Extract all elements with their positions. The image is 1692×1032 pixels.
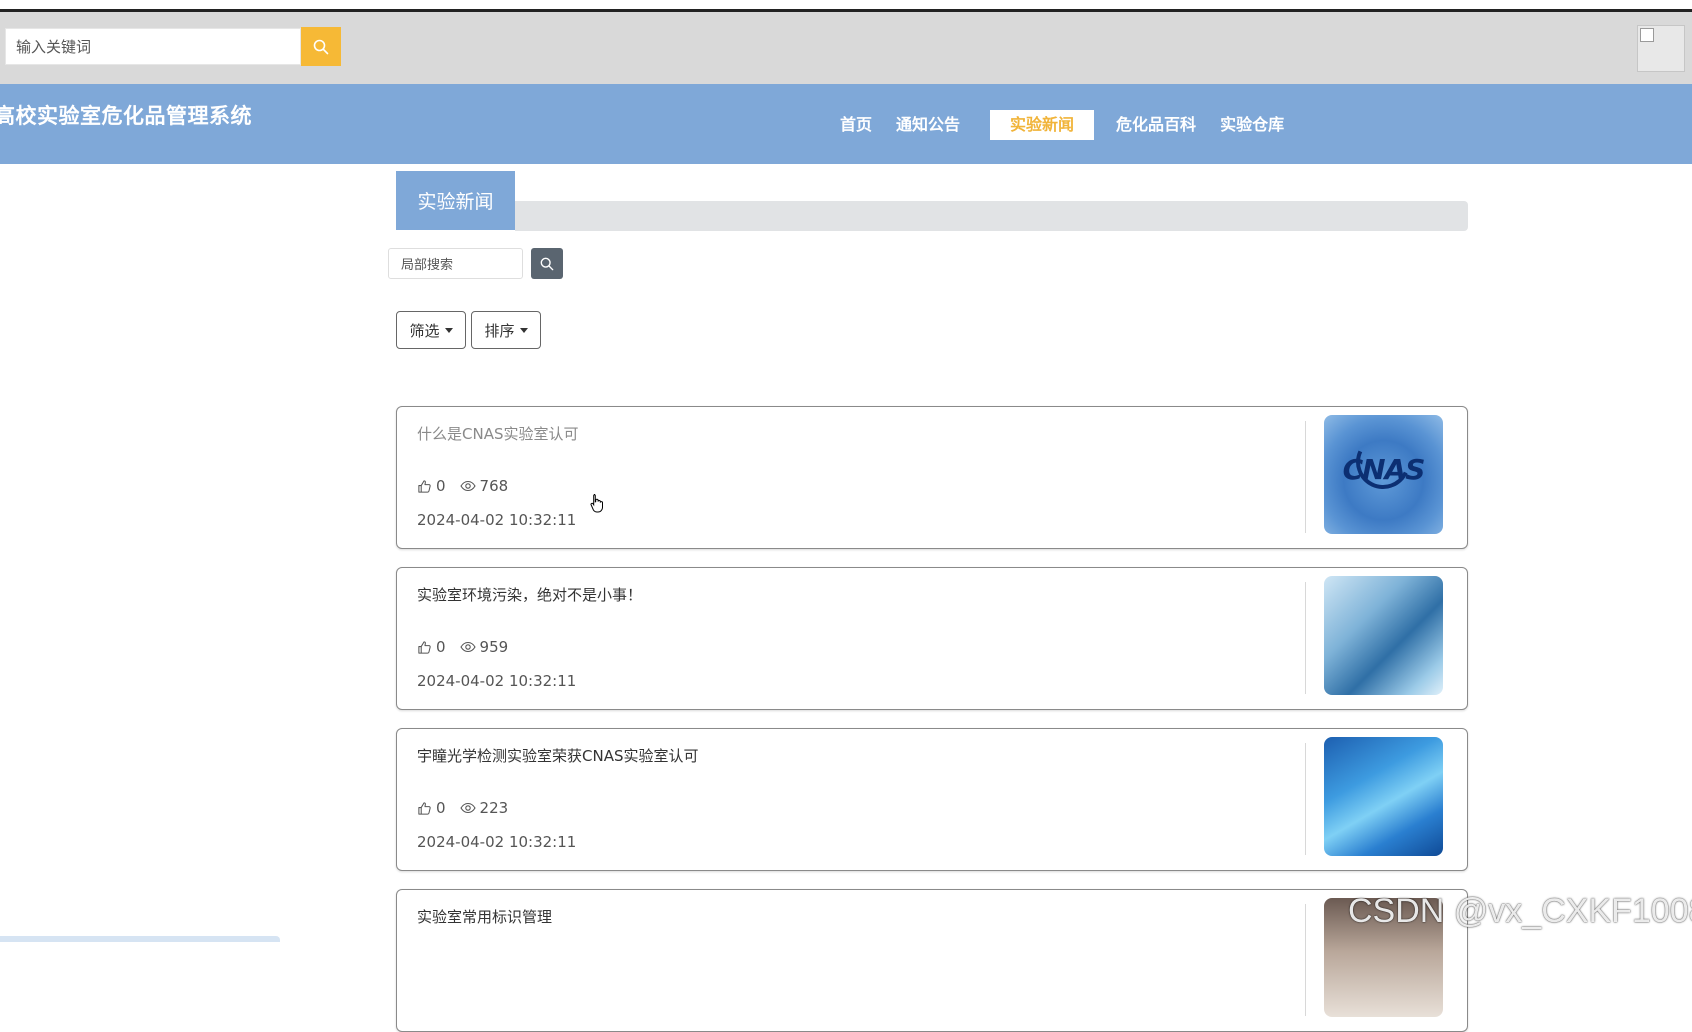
news-title[interactable]: 什么是CNAS实验室认可	[417, 423, 578, 444]
broken-image-icon	[1640, 28, 1654, 42]
thumbs-up-icon[interactable]	[417, 801, 432, 816]
keyword-search-button[interactable]	[301, 27, 341, 66]
nav-item-lab-warehouse[interactable]: 实验仓库	[1212, 110, 1292, 140]
like-count: 0	[436, 638, 446, 656]
sort-dropdown-label: 排序	[484, 321, 515, 340]
news-card[interactable]: 实验室常用标识管理	[396, 889, 1468, 1032]
cnas-logo: CNAS	[1342, 453, 1426, 486]
window-top-edge	[0, 0, 1692, 12]
news-thumbnail[interactable]	[1324, 576, 1443, 695]
news-stats: 0 768	[417, 477, 522, 495]
caret-down-icon	[444, 327, 453, 333]
section-title-bar	[515, 201, 1468, 231]
search-icon	[313, 39, 329, 54]
keyword-search-input[interactable]: 输入关键词	[5, 28, 301, 65]
card-divider	[1305, 421, 1306, 533]
news-card[interactable]: 什么是CNAS实验室认可 0 768 2024-04-02 10:32:11 C…	[396, 406, 1468, 549]
caret-down-icon	[519, 327, 528, 333]
news-title[interactable]: 实验室常用标识管理	[417, 906, 552, 927]
bottom-edge-strip	[0, 936, 280, 942]
news-card[interactable]: 宇瞳光学检测实验室荣获CNAS实验室认可 0 223 2024-04-02 10…	[396, 728, 1468, 871]
card-divider	[1305, 904, 1306, 1016]
view-count: 223	[479, 799, 509, 817]
section-title-tab: 实验新闻	[396, 171, 515, 230]
eye-icon	[459, 641, 476, 653]
news-stats: 0 959	[417, 638, 522, 656]
news-card[interactable]: 实验室环境污染，绝对不是小事！ 0 959 2024-04-02 10:32:1…	[396, 567, 1468, 710]
csdn-watermark: CSDN @vx_CXKF10088	[1348, 892, 1692, 930]
nav-item-notices[interactable]: 通知公告	[888, 110, 968, 140]
nav-item-lab-news[interactable]: 实验新闻	[990, 110, 1095, 140]
filter-dropdown[interactable]: 筛选	[396, 311, 466, 349]
hand-cursor-icon	[590, 494, 603, 513]
news-title[interactable]: 实验室环境污染，绝对不是小事！	[417, 584, 642, 605]
news-thumbnail[interactable]: CNAS	[1324, 415, 1443, 534]
news-thumbnail[interactable]	[1324, 737, 1443, 856]
news-date: 2024-04-02 10:32:11	[417, 672, 577, 690]
thumbs-up-icon[interactable]	[417, 479, 432, 494]
news-date: 2024-04-02 10:32:11	[417, 833, 577, 851]
thumbs-up-icon[interactable]	[417, 640, 432, 655]
news-stats: 0 223	[417, 799, 522, 817]
card-divider	[1305, 582, 1306, 694]
nav-menu: 首页 通知公告 实验新闻 危化品百科 实验仓库	[832, 110, 1300, 140]
site-title: 高校实验室危化品管理系统	[0, 104, 252, 128]
sort-dropdown[interactable]: 排序	[471, 311, 541, 349]
local-search-button[interactable]	[531, 248, 563, 279]
nav-item-home[interactable]: 首页	[832, 110, 880, 140]
nav-item-chemical-encyclopedia[interactable]: 危化品百科	[1108, 110, 1204, 140]
card-divider	[1305, 743, 1306, 855]
view-count: 959	[479, 638, 509, 656]
eye-icon	[459, 802, 476, 814]
filter-dropdown-label: 筛选	[409, 321, 440, 340]
news-date: 2024-04-02 10:32:11	[417, 511, 577, 529]
top-search-bar: 输入关键词	[0, 12, 1692, 84]
local-search-placeholder: 局部搜索	[401, 258, 454, 273]
like-count: 0	[436, 477, 446, 495]
eye-icon	[459, 480, 476, 492]
like-count: 0	[436, 799, 446, 817]
keyword-search-placeholder: 输入关键词	[16, 38, 92, 56]
search-icon	[540, 257, 554, 270]
view-count: 768	[479, 477, 509, 495]
main-navbar: 高校实验室危化品管理系统 首页 通知公告 实验新闻 危化品百科 实验仓库	[0, 84, 1692, 164]
local-search-input[interactable]: 局部搜索	[388, 248, 523, 279]
user-avatar[interactable]	[1637, 25, 1685, 72]
news-title[interactable]: 宇瞳光学检测实验室荣获CNAS实验室认可	[417, 745, 698, 766]
